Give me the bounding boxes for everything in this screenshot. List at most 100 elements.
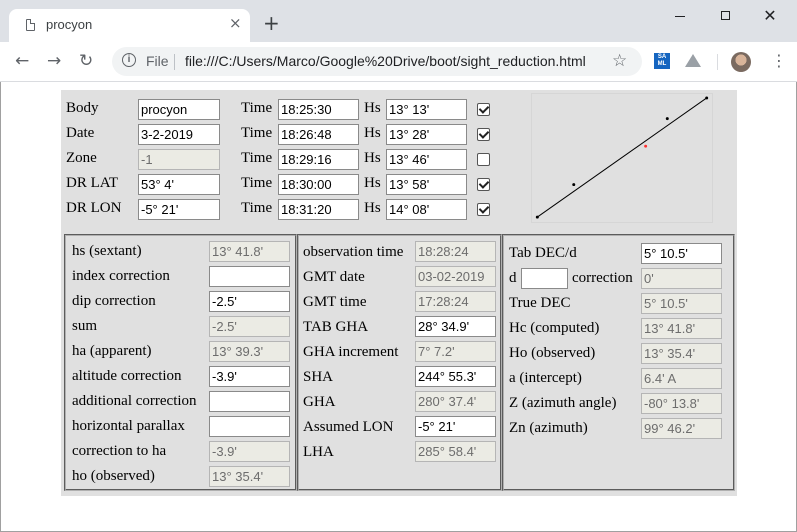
ho-observed-label: ho (observed) — [72, 468, 155, 484]
url-text[interactable]: file:///C:/Users/Marco/Google%20Drive/bo… — [185, 53, 586, 69]
hs-input[interactable]: 13° 46' — [386, 149, 467, 170]
menu-dots-icon[interactable]: ⋮ — [771, 51, 787, 71]
observation-point — [572, 183, 576, 187]
azimuth-label: Zn (azimuth) — [509, 420, 588, 436]
avatar[interactable] — [731, 52, 751, 72]
d-input[interactable] — [521, 268, 568, 289]
saml-extension-icon[interactable]: SA ML — [654, 53, 670, 69]
sha-input[interactable]: 244° 55.3' — [415, 366, 496, 387]
hs-label: Hs — [364, 125, 381, 141]
observation-checkbox[interactable] — [477, 128, 490, 141]
assumed-lon-label: Assumed LON — [303, 419, 394, 435]
index-correction-label: index correction — [72, 268, 170, 284]
date-label: Date — [66, 125, 95, 141]
observation-checkbox[interactable] — [477, 203, 490, 216]
time-label: Time — [241, 100, 273, 116]
hs-input[interactable]: 13° 28' — [386, 124, 467, 145]
forward-arrow-icon[interactable]: → — [47, 51, 61, 71]
observation-checkbox[interactable] — [477, 103, 490, 116]
time-input[interactable]: 18:30:00 — [278, 174, 359, 195]
observation-checkbox[interactable] — [477, 178, 490, 191]
tab-gha-label: TAB GHA — [303, 319, 369, 335]
new-tab-button[interactable]: + — [263, 13, 280, 33]
tab-dec-label: Tab DEC/d — [509, 245, 577, 261]
dr-lat-input[interactable]: 53° 4' — [138, 174, 220, 195]
gha-increment-output: 7° 7.2' — [415, 341, 496, 362]
observation-point — [705, 96, 709, 100]
regression-line — [537, 97, 707, 218]
time-input[interactable]: 18:29:16 — [278, 149, 359, 170]
lha-label: LHA — [303, 444, 334, 460]
omnibox-divider — [174, 54, 175, 70]
dec-correction-output: 0' — [641, 268, 722, 289]
body-input[interactable]: procyon — [138, 99, 220, 120]
zone-input: -1 — [138, 149, 220, 170]
star-icon[interactable]: ☆ — [612, 51, 627, 71]
observation-time-output: 18:28:24 — [415, 241, 496, 262]
date-input[interactable]: 3-2-2019 — [138, 124, 220, 145]
altitude-correction-input[interactable]: -3.9' — [209, 366, 290, 387]
sha-label: SHA — [303, 369, 334, 385]
title-bar: procyon × + ✕ — [0, 0, 797, 42]
close-icon[interactable]: × — [229, 16, 242, 31]
ho-observed-output: 13° 35.4' — [641, 343, 722, 364]
tab-dec-input[interactable]: 5° 10.5' — [641, 243, 722, 264]
time-input[interactable]: 18:26:48 — [278, 124, 359, 145]
maximize-button[interactable] — [707, 6, 743, 26]
azimuth-output: 99° 46.2' — [641, 418, 722, 439]
assumed-lon-input[interactable]: -5° 21' — [415, 416, 496, 437]
index-correction-input[interactable] — [209, 266, 290, 287]
gha-output: 280° 37.4' — [415, 391, 496, 412]
ha-apparent-output: 13° 39.3' — [209, 341, 290, 362]
time-label: Time — [241, 125, 273, 141]
horizontal-parallax-input[interactable] — [209, 416, 290, 437]
true-dec-output: 5° 10.5' — [641, 293, 722, 314]
gha-increment-label: GHA increment — [303, 344, 399, 360]
hc-computed-label: Hc (computed) — [509, 320, 600, 336]
observation-checkbox[interactable] — [477, 153, 490, 166]
page-icon — [26, 19, 35, 31]
observation-point — [665, 117, 669, 121]
toolbar-divider — [717, 54, 718, 70]
address-bar[interactable]: i File file:///C:/Users/Marco/Google%20D… — [112, 47, 642, 76]
zone-label: Zone — [66, 150, 97, 166]
url-scheme: File — [146, 53, 169, 69]
horizontal-parallax-label: horizontal parallax — [72, 418, 185, 434]
hs-input[interactable]: 13° 13' — [386, 99, 467, 120]
body-label: Body — [66, 100, 99, 116]
azimuth-angle-label: Z (azimuth angle) — [509, 395, 617, 411]
close-window-button[interactable]: ✕ — [752, 6, 788, 26]
true-dec-label: True DEC — [509, 295, 571, 311]
hs-label: Hs — [364, 200, 381, 216]
hs-input[interactable]: 13° 58' — [386, 174, 467, 195]
dr-lon-input[interactable]: -5° 21' — [138, 199, 220, 220]
azimuth-angle-output: -80° 13.8' — [641, 393, 722, 414]
hs-input[interactable]: 14° 08' — [386, 199, 467, 220]
d-label: d — [509, 270, 517, 286]
hs-label: Hs — [364, 175, 381, 191]
sum-label: sum — [72, 318, 98, 334]
reload-icon[interactable]: ↻ — [79, 51, 93, 71]
back-arrow-icon[interactable]: ← — [15, 51, 29, 71]
intercept-output: 6.4' A — [641, 368, 722, 389]
gha-label: GHA — [303, 394, 336, 410]
correction-to-ha-output: -3.9' — [209, 441, 290, 462]
info-icon[interactable]: i — [122, 53, 136, 67]
browser-tab[interactable]: procyon × — [9, 9, 250, 42]
tab-gha-input[interactable]: 28° 34.9' — [415, 316, 496, 337]
correction-label: correction — [572, 270, 633, 286]
intercept-label: a (intercept) — [509, 370, 582, 386]
sum-output: -2.5' — [209, 316, 290, 337]
time-input[interactable]: 18:31:20 — [278, 199, 359, 220]
time-label: Time — [241, 175, 273, 191]
dip-correction-input[interactable]: -2.5' — [209, 291, 290, 312]
additional-correction-input[interactable] — [209, 391, 290, 412]
drive-icon[interactable] — [685, 54, 701, 67]
mean-point — [644, 144, 648, 148]
dr-lat-label: DR LAT — [66, 175, 119, 191]
minimize-button[interactable] — [662, 6, 698, 26]
time-label: Time — [241, 150, 273, 166]
dip-correction-label: dip correction — [72, 293, 156, 309]
time-input[interactable]: 18:25:30 — [278, 99, 359, 120]
gmt-date-output: 03-02-2019 — [415, 266, 496, 287]
